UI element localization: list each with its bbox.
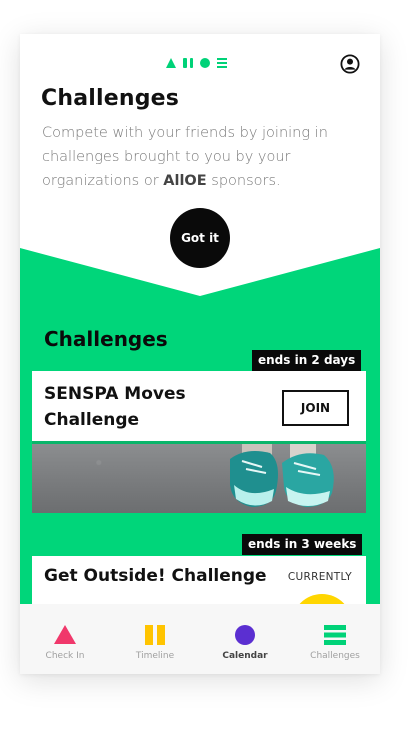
- nav-label: Calendar: [222, 651, 268, 661]
- nav-label: Challenges: [310, 651, 360, 661]
- bottom-navigation: Check In Timeline Calendar Challenges: [20, 604, 380, 674]
- nav-label: Timeline: [135, 651, 175, 661]
- intro-text-end: sponsors.: [206, 173, 281, 189]
- challenges-section-title: Challenges: [44, 327, 168, 351]
- ends-badge: ends in 3 weeks: [242, 534, 363, 555]
- challenge-name: Get Outside! Challenge: [44, 566, 267, 586]
- bars-icon: [324, 625, 346, 645]
- nav-label: Check In: [45, 651, 85, 661]
- circle-icon: [234, 625, 256, 645]
- challenge-status: CURRENTLY: [287, 571, 352, 583]
- user-circle-icon[interactable]: [340, 54, 360, 74]
- intro-description: Compete with your friends by joining in …: [42, 121, 342, 193]
- image-top-stripe: [32, 441, 366, 444]
- challenge-image: [32, 441, 366, 513]
- nav-item-check-in[interactable]: Check In: [20, 604, 110, 674]
- running-shoes-image: [230, 441, 334, 507]
- triangle-icon: [166, 58, 176, 68]
- nav-item-timeline[interactable]: Timeline: [110, 604, 200, 674]
- ends-badge: ends in 2 days: [252, 350, 362, 371]
- got-it-button[interactable]: Got it: [170, 208, 230, 268]
- brand-name: AllOE: [163, 173, 207, 189]
- bars-icon: [217, 58, 227, 68]
- challenge-name: SENSPA Moves Challenge: [44, 384, 186, 430]
- pause-icon: [183, 58, 193, 68]
- app-logo: [166, 58, 227, 68]
- nav-item-challenges[interactable]: Challenges: [290, 604, 380, 674]
- app-screen: Challenges Compete with your friends by …: [20, 34, 380, 674]
- triangle-icon: [54, 625, 76, 645]
- challenge-card-header: SENSPA Moves Challenge JOIN: [32, 371, 366, 441]
- join-button[interactable]: JOIN: [282, 390, 349, 426]
- pause-icon: [144, 625, 166, 645]
- circle-icon: [200, 58, 210, 68]
- nav-item-calendar[interactable]: Calendar: [200, 604, 290, 674]
- page-title: Challenges: [41, 86, 180, 111]
- challenge-card[interactable]: SENSPA Moves Challenge JOIN: [32, 371, 366, 513]
